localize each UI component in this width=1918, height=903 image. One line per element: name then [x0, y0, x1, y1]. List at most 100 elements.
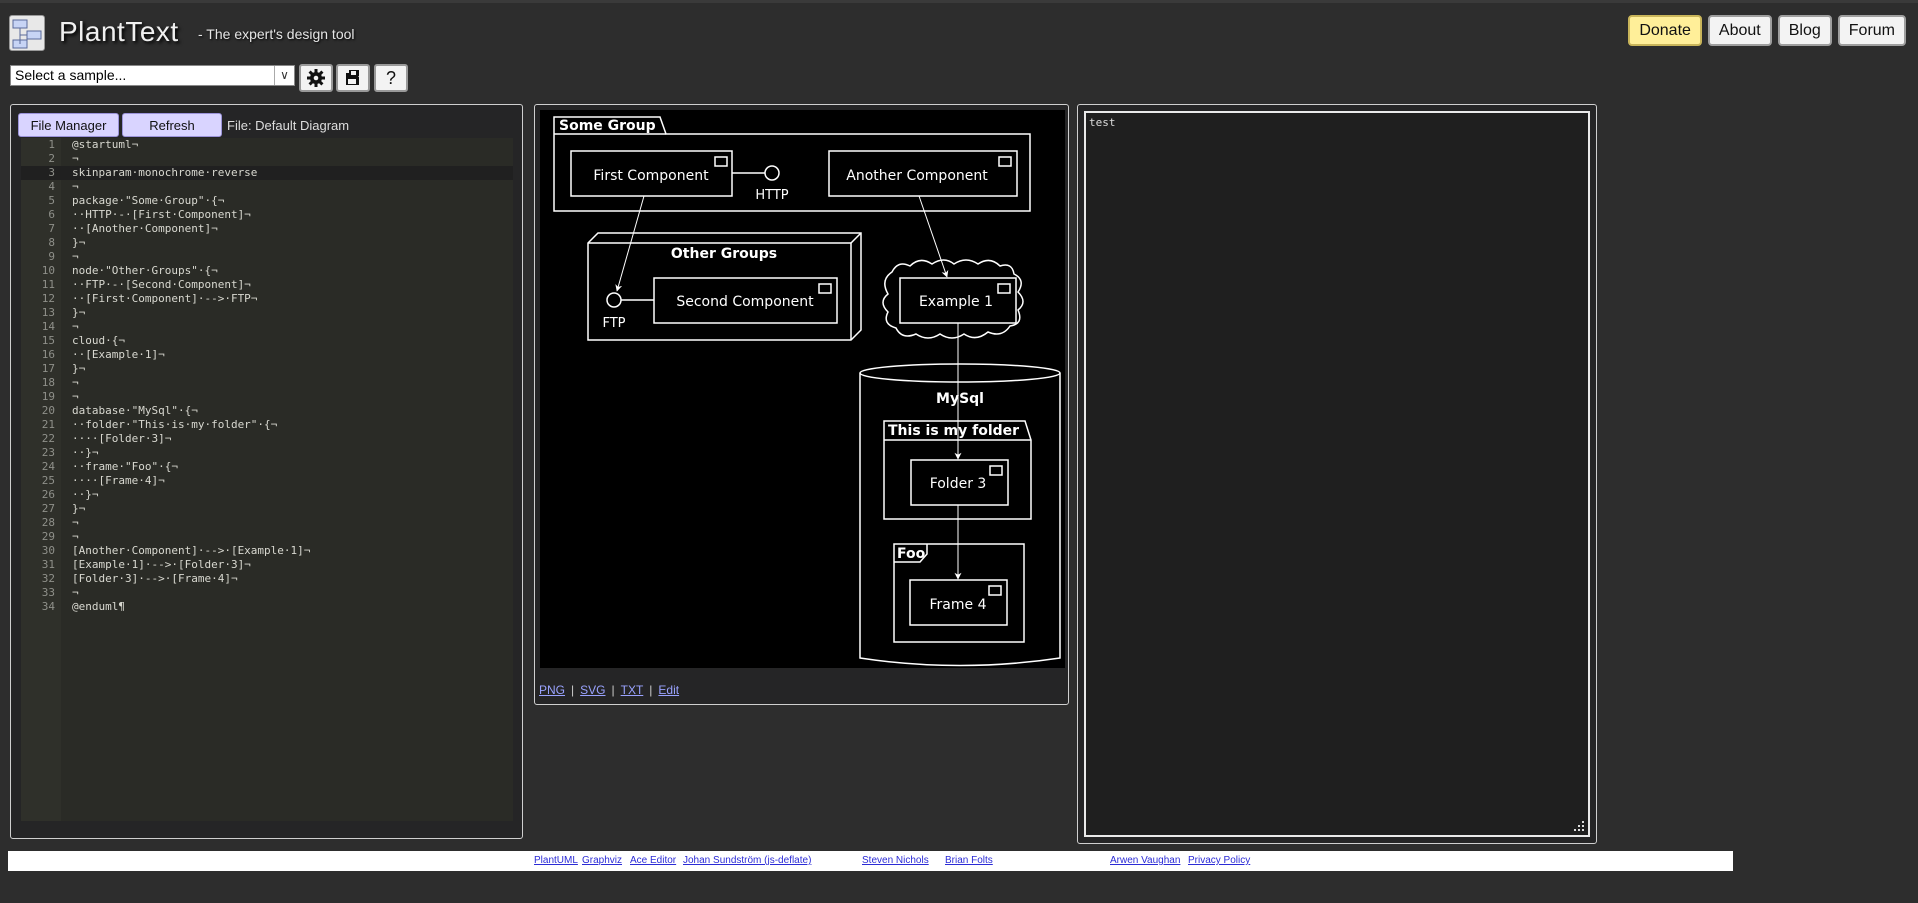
editor-panel: File Manager Refresh File: Default Diagr… [10, 104, 523, 839]
app-tagline: - The expert's design tool [198, 26, 355, 42]
footer-link-ace-editor[interactable]: Ace Editor [630, 855, 676, 866]
uml-diagram[interactable]: Some Group First Component HTTP Another … [540, 110, 1065, 668]
folder-label: This is my folder [888, 423, 1019, 439]
code-line-text: ··}¬ [72, 488, 99, 501]
line-number: 7 [48, 222, 55, 235]
another-component-label: Another Component [846, 168, 988, 184]
footer-link-graphviz[interactable]: Graphviz [582, 855, 622, 866]
png-link[interactable]: PNG [539, 683, 565, 697]
mysql-label: MySql [936, 391, 984, 407]
line-number: 1 [48, 138, 55, 151]
code-line-text: cloud·{¬ [72, 334, 125, 347]
code-line-text: ··HTTP·-·[First·Component]¬ [72, 208, 251, 221]
logo-icon[interactable] [9, 15, 45, 51]
line-number: 34 [41, 600, 55, 613]
code-line-text: ¬ [72, 586, 79, 599]
code-line[interactable]: 17 }¬ [21, 362, 513, 376]
code-line[interactable]: 28 ¬ [21, 516, 513, 530]
sample-select-value: Select a sample... [15, 67, 127, 83]
line-number: 25 [41, 474, 55, 487]
code-line[interactable]: 29 ¬ [21, 530, 513, 544]
output-panel: test [1077, 104, 1597, 844]
edit-link[interactable]: Edit [658, 683, 679, 697]
footer-link-js-deflate[interactable]: Johan Sundström (js-deflate) [683, 855, 811, 866]
line-number: 26 [41, 488, 55, 501]
save-button[interactable] [336, 64, 370, 92]
footer-link-steven-nichols[interactable]: Steven Nichols [862, 855, 929, 866]
code-line[interactable]: 15 cloud·{¬ [21, 334, 513, 348]
file-name-label: File: Default Diagram [227, 118, 350, 133]
output-textarea[interactable]: test [1084, 111, 1590, 837]
code-line-text: }¬ [72, 362, 86, 375]
svg-link[interactable]: SVG [580, 683, 605, 697]
some-group-label: Some Group [559, 118, 656, 134]
footer-link-plantuml[interactable]: PlantUML [534, 855, 578, 866]
code-line[interactable]: 12 ··[First·Component]·-->·FTP¬ [21, 292, 513, 306]
code-line-text: ··}¬ [72, 446, 99, 459]
settings-button[interactable] [299, 64, 333, 92]
gear-icon [307, 69, 325, 87]
line-number: 13 [41, 306, 55, 319]
forum-button[interactable]: Forum [1837, 15, 1906, 46]
footer: PlantUML Graphviz Ace Editor Johan Sunds… [8, 851, 1733, 871]
code-line[interactable]: 25 ····[Frame·4]¬ [21, 474, 513, 488]
code-line[interactable]: 16 ··[Example·1]¬ [21, 348, 513, 362]
chevron-down-icon[interactable]: ∨ [274, 66, 294, 85]
code-line[interactable]: 6 ··HTTP·-·[First·Component]¬ [21, 208, 513, 222]
code-line[interactable]: 30 [Another·Component]·-->·[Example·1]¬ [21, 544, 513, 558]
code-line[interactable]: 8}¬ [21, 236, 513, 250]
code-line[interactable]: 2 ¬ [21, 152, 513, 166]
line-number: 32 [41, 572, 55, 585]
line-number: 27 [41, 502, 55, 515]
refresh-button[interactable]: Refresh [122, 113, 222, 137]
code-line[interactable]: 22 ····[Folder·3]¬ [21, 432, 513, 446]
about-button[interactable]: About [1707, 15, 1772, 46]
code-line[interactable]: 19 ¬ [21, 390, 513, 404]
line-number: 16 [41, 348, 55, 361]
line-number: 19 [41, 390, 55, 403]
code-line[interactable]: 5 package·"Some·Group"·{¬ [21, 194, 513, 208]
code-line-text: database·"MySql"·{¬ [72, 404, 198, 417]
top-border [0, 0, 1918, 3]
code-line-text: [Another·Component]·-->·[Example·1]¬ [72, 544, 311, 557]
code-line[interactable]: 4 ¬ [21, 180, 513, 194]
code-line[interactable]: 9 ¬ [21, 250, 513, 264]
code-line-text: ¬ [72, 250, 79, 263]
http-interface [764, 165, 780, 181]
code-line[interactable]: 3 skinparam·monochrome·reverse [21, 166, 513, 180]
line-number: 17 [41, 362, 55, 375]
code-line[interactable]: 13}¬ [21, 306, 513, 320]
code-line[interactable]: 26 ··}¬ [21, 488, 513, 502]
code-line[interactable]: 20 database·"MySql"·{¬ [21, 404, 513, 418]
code-line[interactable]: 14 ¬ [21, 320, 513, 334]
code-line[interactable]: 34 @enduml¶ [21, 600, 513, 614]
code-line[interactable]: 31 [Example·1]·-->·[Folder·3]¬ [21, 558, 513, 572]
code-line[interactable]: 18 ¬ [21, 376, 513, 390]
code-line[interactable]: 33 ¬ [21, 586, 513, 600]
code-line[interactable]: 1 @startuml¬ [21, 138, 513, 152]
code-editor[interactable]: 1 @startuml¬ 2 ¬ 3 skinparam·monochrome·rever… [21, 138, 513, 821]
help-button[interactable]: ? [374, 64, 408, 92]
code-line[interactable]: 11 ··FTP·-·[Second·Component]¬ [21, 278, 513, 292]
code-line[interactable]: 24 ··frame·"Foo"·{¬ [21, 460, 513, 474]
code-line[interactable]: 23 ··}¬ [21, 446, 513, 460]
code-line[interactable]: 21 ··folder·"This·is·my·folder"·{¬ [21, 418, 513, 432]
code-line-text: [Example·1]·-->·[Folder·3]¬ [72, 558, 251, 571]
code-line-text: package·"Some·Group"·{¬ [72, 194, 225, 207]
donate-button[interactable]: Donate [1628, 15, 1702, 46]
resize-handle-icon[interactable] [1573, 820, 1585, 832]
first-component-label: First Component [593, 168, 709, 184]
blog-button[interactable]: Blog [1777, 15, 1832, 46]
code-line[interactable]: 10 node·"Other·Groups"·{¬ [21, 264, 513, 278]
code-line-text: [Folder·3]·-->·[Frame·4]¬ [72, 572, 238, 585]
code-line[interactable]: 7 ··[Another·Component]¬ [21, 222, 513, 236]
footer-link-arwen-vaughan[interactable]: Arwen Vaughan [1110, 855, 1180, 866]
ftp-label: FTP [602, 316, 625, 331]
code-line[interactable]: 27}¬ [21, 502, 513, 516]
sample-select[interactable]: Select a sample... ∨ [10, 65, 295, 86]
code-line[interactable]: 32 [Folder·3]·-->·[Frame·4]¬ [21, 572, 513, 586]
footer-link-brian-folts[interactable]: Brian Folts [945, 855, 993, 866]
file-manager-button[interactable]: File Manager [18, 113, 119, 137]
txt-link[interactable]: TXT [621, 683, 644, 697]
footer-link-privacy-policy[interactable]: Privacy Policy [1188, 855, 1250, 866]
